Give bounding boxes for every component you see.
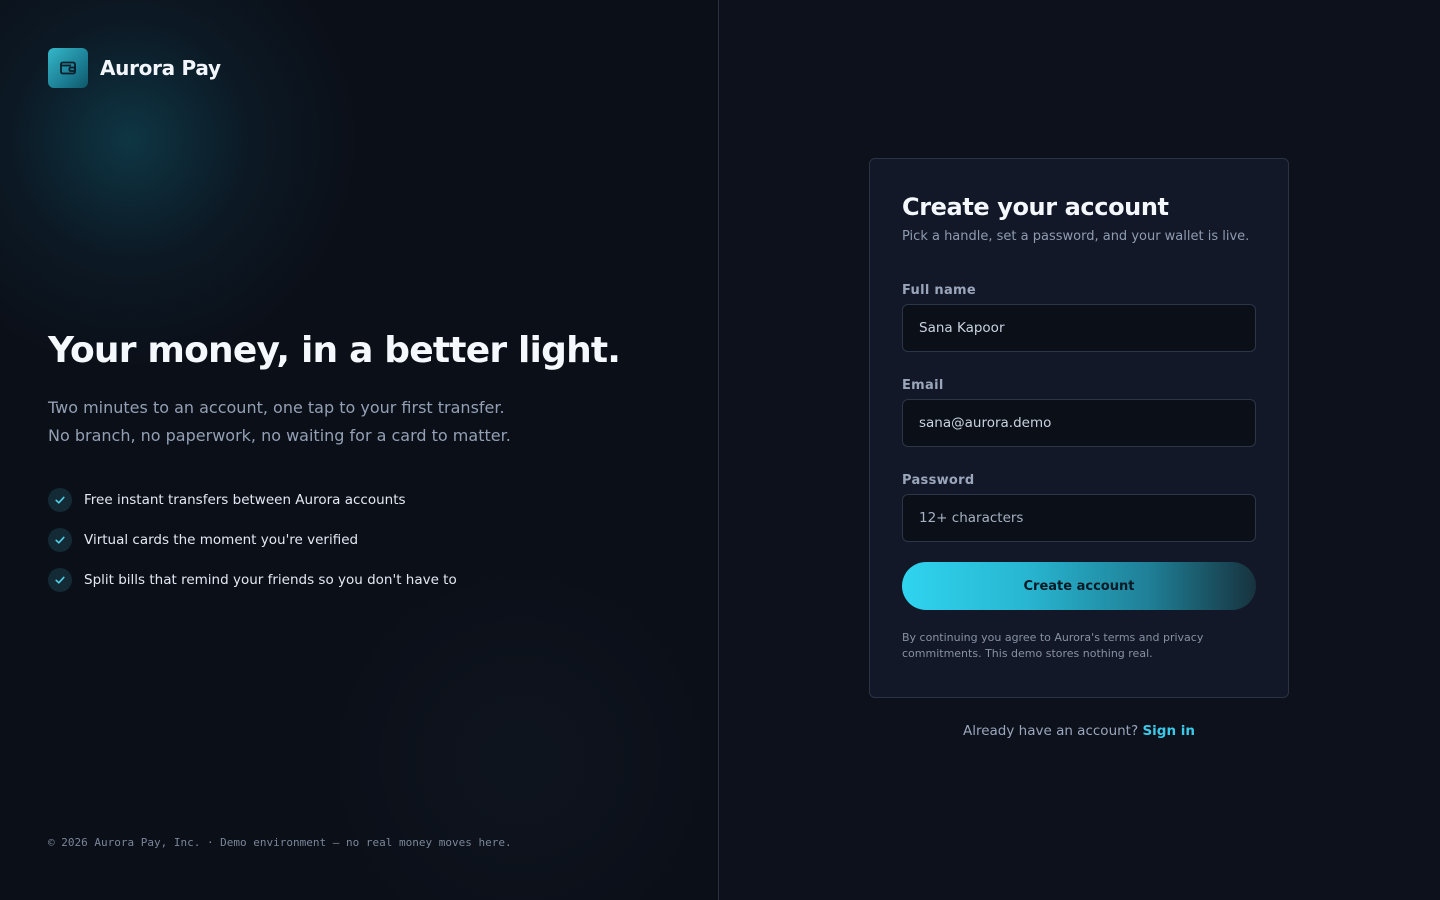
feature-text: Split bills that remind your friends so … <box>84 572 457 588</box>
check-icon <box>48 528 72 552</box>
form-subtitle: Pick a handle, set a password, and your … <box>902 229 1250 244</box>
feature-text: Virtual cards the moment you're verified <box>84 532 359 548</box>
check-icon <box>48 488 72 512</box>
email-label: Email <box>902 378 944 393</box>
hero-subtitle: Two minutes to an account, one tap to yo… <box>48 394 608 450</box>
hero-title: Your money, in a better light. <box>48 330 621 371</box>
feature-list: Free instant transfers between Aurora ac… <box>48 488 457 608</box>
password-input[interactable] <box>902 494 1256 542</box>
full-name-field: Full name <box>902 283 1256 352</box>
feature-item: Virtual cards the moment you're verified <box>48 528 457 552</box>
email-field: Email <box>902 378 1256 447</box>
email-input[interactable] <box>902 399 1256 447</box>
marketing-panel: Aurora Pay Your money, in a better light… <box>0 0 719 900</box>
check-icon <box>48 568 72 592</box>
password-label: Password <box>902 473 975 488</box>
feature-item: Split bills that remind your friends so … <box>48 568 457 592</box>
full-name-label: Full name <box>902 283 977 298</box>
hero-subtitle-line-1: Two minutes to an account, one tap to yo… <box>48 398 505 417</box>
form-title: Create your account <box>902 193 1169 221</box>
sign-in-link[interactable]: Sign in <box>1142 723 1195 739</box>
full-name-input[interactable] <box>902 304 1256 352</box>
create-account-button[interactable]: Create account <box>902 562 1256 610</box>
feature-item: Free instant transfers between Aurora ac… <box>48 488 457 512</box>
brand[interactable]: Aurora Pay <box>48 48 221 88</box>
brand-name: Aurora Pay <box>100 56 221 80</box>
legal-note: By continuing you agree to Aurora's term… <box>902 631 1204 660</box>
signin-prompt: Already have an account? <box>962 723 1139 739</box>
form-panel: Create your account Pick a handle, set a… <box>719 0 1440 900</box>
footer-note: © 2026 Aurora Pay, Inc. · Demo environme… <box>48 836 512 849</box>
signup-page: Aurora Pay Your money, in a better light… <box>0 0 1440 900</box>
hero-subtitle-line-2: No branch, no paperwork, no waiting for … <box>48 426 511 445</box>
signup-card: Create your account Pick a handle, set a… <box>869 158 1289 698</box>
password-field: Password <box>902 473 1256 542</box>
feature-text: Free instant transfers between Aurora ac… <box>84 492 406 508</box>
wallet-icon <box>48 48 88 88</box>
signin-row: Already have an account? Sign in <box>869 723 1289 739</box>
